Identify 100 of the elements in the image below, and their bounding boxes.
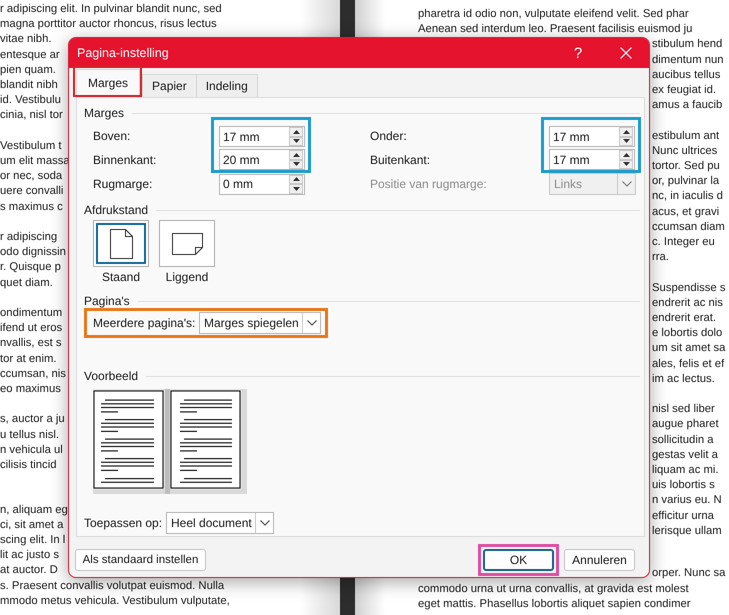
- document-text-line: quet diam.: [0, 276, 53, 291]
- up-triangle-icon: [622, 130, 630, 134]
- section-heading: Afdrukstand: [84, 203, 148, 217]
- field-label: Rugmarge:: [93, 177, 152, 191]
- document-text-line: aucibus tellus: [652, 68, 720, 83]
- dropdown[interactable]: Marges spiegelen: [199, 312, 321, 334]
- document-text-line: cinia, nisl tor: [0, 108, 63, 124]
- up-triangle-icon: [292, 177, 300, 182]
- set-default-button[interactable]: Als standaard instellen: [75, 549, 206, 571]
- document-text-line: ccumsan, nis: [0, 366, 66, 382]
- document-text-line: estibulum ant: [652, 128, 720, 144]
- ok-button[interactable]: OK: [483, 549, 554, 571]
- close-icon: [620, 47, 632, 59]
- field-label: Positie van rugmarge:: [370, 177, 487, 191]
- document-text-line: ci, sit amet a: [0, 518, 64, 533]
- document-text-line: pharetra id odio non, vulputate eleifend velit. Sed phar: [418, 7, 689, 22]
- document-text-line: cilisis tincid: [0, 458, 56, 474]
- chevron-down-icon: [622, 181, 632, 187]
- document-text-line: amus a faucib: [652, 98, 722, 114]
- document-text-line: ales, felis et ef: [652, 356, 724, 372]
- spin-up-button[interactable]: [289, 174, 303, 184]
- document-text-line: odo dignissin: [0, 245, 66, 260]
- portrait-page-icon: [110, 228, 132, 258]
- document-text-line: endrerit ac nis: [652, 296, 723, 311]
- document-text-line: scing elit. In l: [0, 532, 66, 548]
- spin-field[interactable]: 17 mm: [549, 126, 635, 147]
- orientation-option[interactable]: [93, 220, 149, 267]
- document-text-line: commodo urna ut urna convallis, at gravida est molest: [418, 582, 689, 597]
- document-text-line: or, pulvinar la: [652, 174, 720, 190]
- document-text-line: acus, et gravi: [652, 204, 720, 220]
- document-text-line: Vestibulum t: [0, 138, 62, 154]
- option-label: Staand: [102, 269, 140, 285]
- document-text-line: dimentum nun: [652, 52, 724, 68]
- document-text-line: n vehicula ul: [0, 442, 63, 458]
- up-triangle-icon: [292, 152, 300, 157]
- document-text-line: liquam ac mi.: [652, 463, 719, 478]
- document-text-line: e lobortis dolo: [652, 326, 722, 342]
- document-text-line: s, auctor a ju: [0, 412, 65, 428]
- chevron-down-icon: [306, 320, 316, 326]
- document-text-line: gestas velit a: [652, 448, 718, 463]
- section-heading: Pagina's: [84, 294, 130, 308]
- section-heading: Voorbeeld: [84, 369, 138, 383]
- document-text-line: uis lobortis s: [652, 478, 715, 494]
- document-text-line: or nec, soda: [0, 169, 62, 184]
- option-label: Liggend: [166, 269, 208, 285]
- spin-down-button[interactable]: [289, 184, 303, 194]
- up-triangle-icon: [292, 130, 300, 134]
- document-text-line: lerisque ullam: [652, 524, 722, 539]
- landscape-page-icon: [172, 232, 202, 254]
- document-text-line: n varius eu. N: [652, 493, 722, 508]
- tab[interactable]: Marges: [76, 69, 140, 95]
- document-text-line: eo maximus: [0, 382, 61, 398]
- cancel-button[interactable]: Annuleren: [564, 549, 635, 571]
- document-text-line: stibulum hend: [652, 37, 722, 52]
- help-button[interactable]: ?: [555, 38, 601, 68]
- document-text-line: r adipiscing: [0, 230, 58, 246]
- document-text-line: r. Quisque p: [0, 260, 61, 276]
- down-triangle-icon: [292, 162, 300, 166]
- document-text-line: tor at enim.: [0, 352, 57, 367]
- document-text-line: tortor. Sed pu: [652, 159, 720, 174]
- chevron-down-icon: [260, 520, 270, 526]
- document-text-line: lit ac justo s: [0, 548, 60, 564]
- spin-up-button[interactable]: [289, 150, 303, 160]
- document-text-line: nvallis, est s: [0, 336, 62, 352]
- document-text-line: uere convalli: [0, 184, 64, 200]
- document-text-line: s. Praesent convallis volutpat euismod. Nulla: [0, 578, 224, 594]
- field-label: Onder:: [370, 129, 407, 143]
- document-text-line: eget mattis. Phasellus lobortis aliquet sapien condimer: [418, 596, 691, 612]
- tab[interactable]: Indeling: [196, 74, 258, 97]
- document-text-line: um sit amet sa: [652, 341, 726, 356]
- spin-field[interactable]: 17 mm: [549, 149, 635, 170]
- document-text-line: ifend ut eros: [0, 321, 62, 336]
- dropdown[interactable]: Heel document: [166, 512, 274, 534]
- document-text-line: Aenean sed interdum leo. Praesent facilisis euismod ju: [418, 22, 692, 38]
- document-text-line: Suspendisse s: [652, 280, 726, 296]
- field-label: Buitenkant:: [370, 153, 430, 167]
- spin-up-button[interactable]: [289, 127, 303, 136]
- document-text-line: n, aliquam eg: [0, 502, 68, 518]
- up-triangle-icon: [622, 152, 630, 157]
- orientation-option[interactable]: [159, 220, 215, 267]
- document-text-line: u tellus nisl.: [0, 428, 60, 443]
- tab[interactable]: Papier: [142, 74, 197, 97]
- down-triangle-icon: [292, 186, 300, 191]
- spin-field[interactable]: 17 mm: [219, 126, 305, 147]
- spin-field[interactable]: 0 mm: [219, 174, 305, 194]
- down-triangle-icon: [622, 162, 630, 166]
- spin-field[interactable]: 20 mm: [219, 149, 305, 170]
- document-text-line: orper. Nunc sa: [652, 566, 726, 582]
- spin-up-button[interactable]: [619, 150, 633, 160]
- spin-up-button[interactable]: [619, 127, 633, 136]
- document-text-line: entesque ar: [0, 48, 60, 63]
- document-text-line: im ac lectus.: [652, 372, 715, 387]
- field-label: Binnenkant:: [93, 153, 156, 167]
- document-text-line: nisl sed liber: [652, 402, 715, 418]
- document-text-line: r adipiscing elit. In pulvinar blandit nunc, sed: [0, 2, 222, 17]
- document-text-line: ondimentum: [0, 306, 62, 322]
- document-text-line: id. Vestibulu: [0, 93, 61, 108]
- document-text-line: mmodo metus vehicula. Vestibulum vulputate,: [0, 594, 230, 609]
- down-triangle-icon: [292, 139, 300, 144]
- document-text-line: c. Integer eu: [652, 235, 715, 250]
